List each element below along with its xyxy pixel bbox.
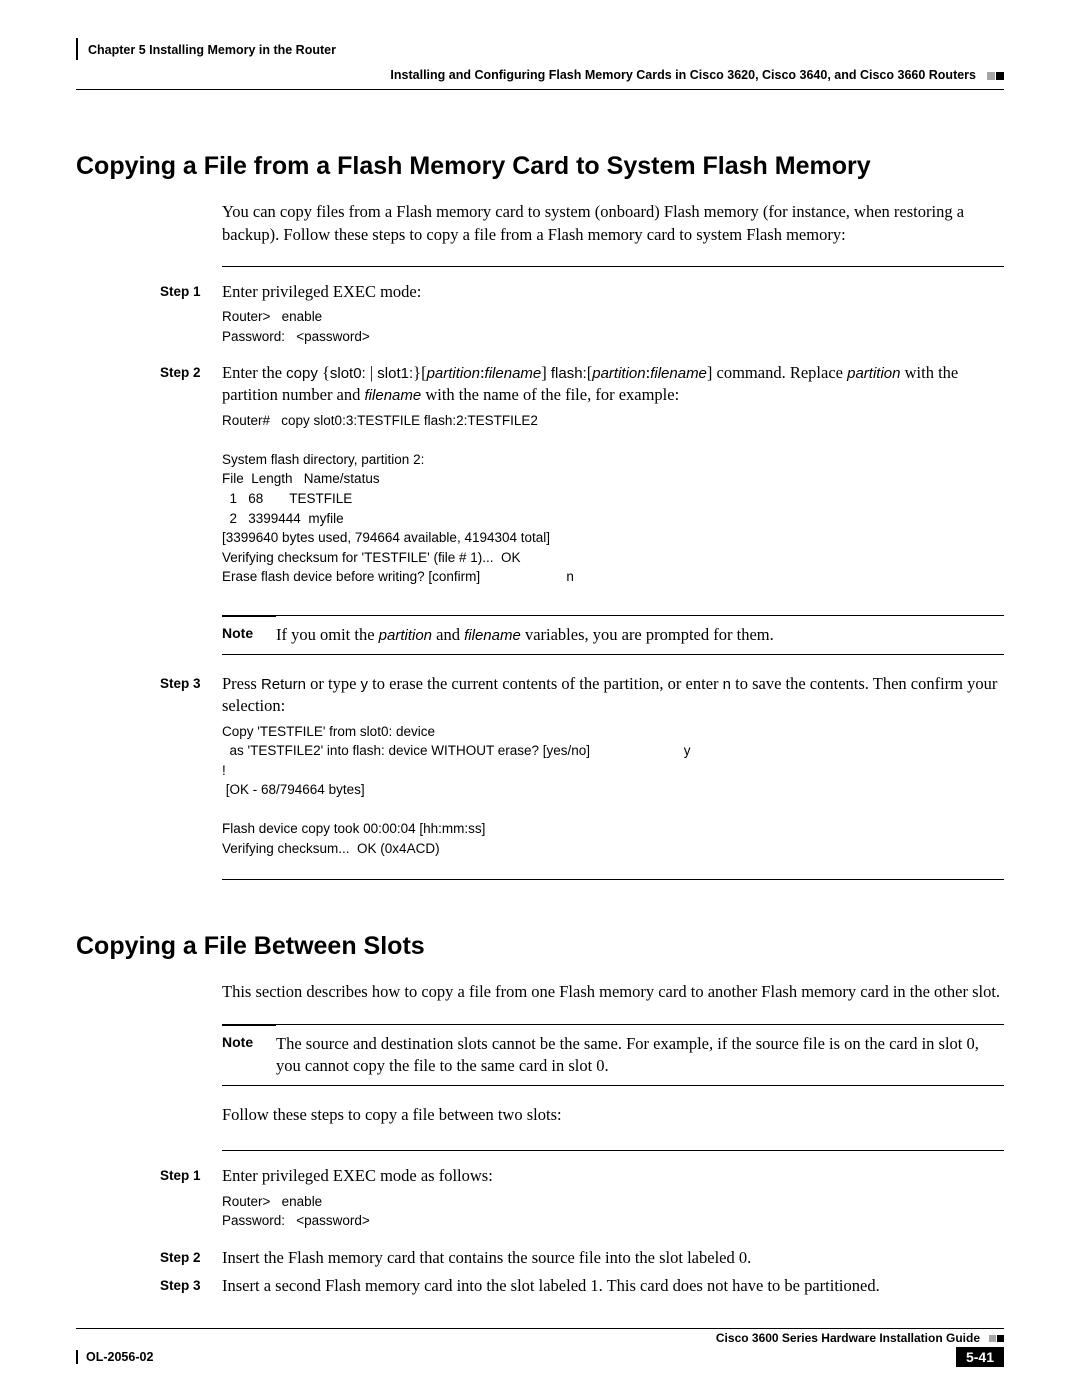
note-label: Note — [222, 615, 276, 646]
step-label: Step 1 — [160, 281, 222, 356]
step-label: Step 2 — [160, 362, 222, 597]
header-chapter: Chapter 5 Installing Memory in the Route… — [88, 43, 336, 57]
note: Note If you omit the partition and filen… — [222, 615, 1004, 655]
step-text: Press Return or type y to erase the curr… — [222, 673, 1004, 718]
code-block: Router# copy slot0:3:TESTFILE flash:2:TE… — [222, 411, 1004, 587]
header-section-title: Installing and Configuring Flash Memory … — [76, 67, 986, 84]
step-label: Step 3 — [160, 673, 222, 868]
note-text: The source and destination slots cannot … — [276, 1033, 1004, 1078]
footer-decor-icon — [988, 1331, 1004, 1345]
step-text: Insert the Flash memory card that contai… — [222, 1247, 1004, 1269]
step-1: Step 1 Enter privileged EXEC mode: Route… — [76, 281, 1004, 356]
step-3: Step 3 Insert a second Flash memory card… — [76, 1275, 1004, 1297]
step-2: Step 2 Insert the Flash memory card that… — [76, 1247, 1004, 1269]
footer-doc-id: OL-2056-02 — [76, 1350, 153, 1364]
section-heading: Copying a File from a Flash Memory Card … — [76, 150, 1004, 184]
footer-guide-title: Cisco 3600 Series Hardware Installation … — [716, 1331, 980, 1345]
section-heading: Copying a File Between Slots — [76, 930, 1004, 964]
step-1: Step 1 Enter privileged EXEC mode as fol… — [76, 1165, 1004, 1240]
code-block: Copy 'TESTFILE' from slot0: device as 'T… — [222, 722, 1004, 859]
step-text: Insert a second Flash memory card into t… — [222, 1275, 1004, 1297]
step-2: Step 2 Enter the copy {slot0: | slot1:}[… — [76, 362, 1004, 597]
page-footer: Cisco 3600 Series Hardware Installation … — [76, 1328, 1004, 1367]
code-block: Router> enable Password: <password> — [222, 307, 1004, 346]
step-text: Enter privileged EXEC mode: — [222, 281, 1004, 303]
header-decor-icon — [986, 64, 1004, 86]
page-number: 5-41 — [956, 1347, 1004, 1367]
section-intro: You can copy files from a Flash memory c… — [222, 201, 1004, 246]
note-label: Note — [222, 1024, 276, 1078]
step-text: Enter privileged EXEC mode as follows: — [222, 1165, 1004, 1187]
code-block: Router> enable Password: <password> — [222, 1192, 1004, 1231]
step-label: Step 1 — [160, 1165, 222, 1240]
step-label: Step 3 — [160, 1275, 222, 1297]
note-text: If you omit the partition and filename v… — [276, 624, 1004, 646]
step-3: Step 3 Press Return or type y to erase t… — [76, 673, 1004, 868]
body-text: Follow these steps to copy a file betwee… — [222, 1104, 1004, 1126]
step-text: Enter the copy {slot0: | slot1:}[partiti… — [222, 362, 1004, 407]
step-label: Step 2 — [160, 1247, 222, 1269]
note: Note The source and destination slots ca… — [222, 1024, 1004, 1087]
section-intro: This section describes how to copy a fil… — [222, 981, 1004, 1003]
